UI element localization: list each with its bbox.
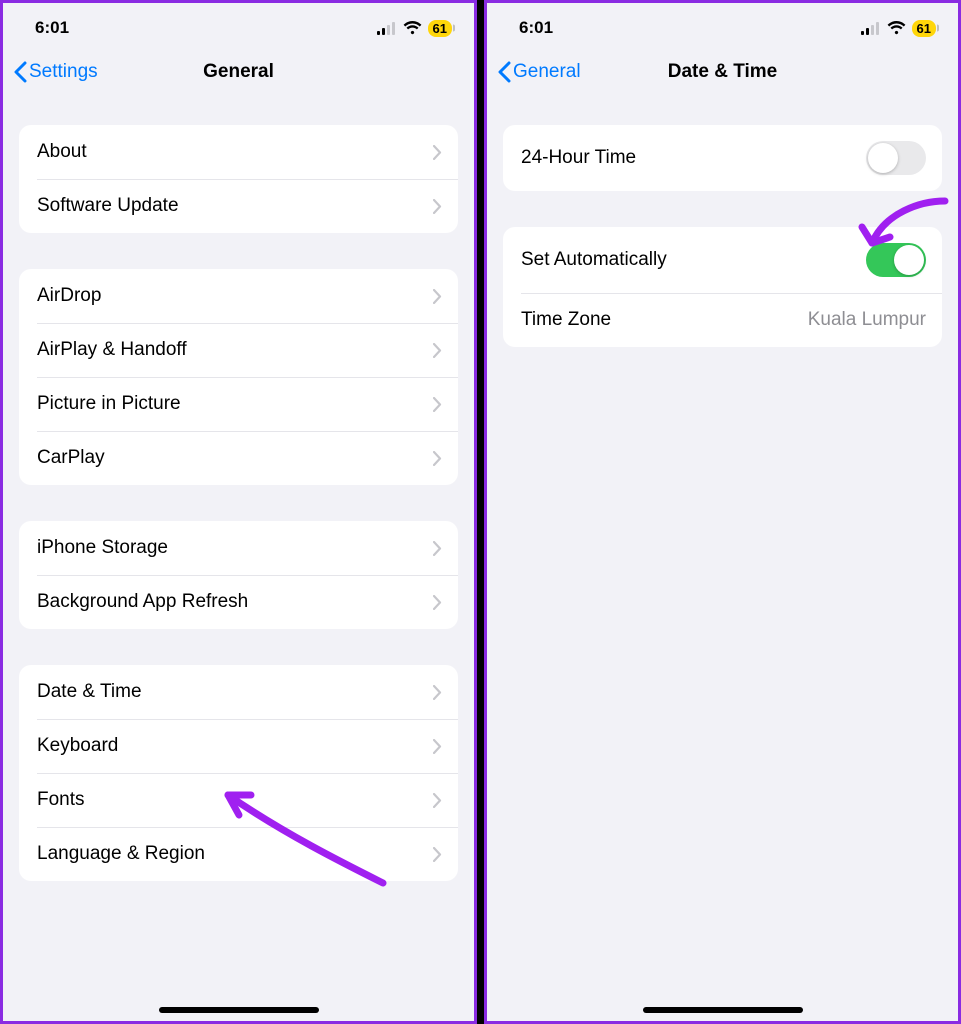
nav-bar: General Date & Time	[487, 47, 958, 97]
time-zone-value: Kuala Lumpur	[808, 309, 926, 331]
page-title: General	[203, 61, 274, 83]
chevron-right-icon	[433, 397, 442, 412]
chevron-right-icon	[433, 343, 442, 358]
screen-divider	[477, 0, 484, 1024]
chevron-right-icon	[433, 199, 442, 214]
row-fonts[interactable]: Fonts	[19, 773, 458, 827]
settings-group: 24-Hour Time	[503, 125, 942, 191]
back-button[interactable]: Settings	[13, 61, 98, 83]
toggle-set-automatically[interactable]	[866, 243, 926, 277]
toggle-24-hour[interactable]	[866, 141, 926, 175]
toggle-knob	[868, 143, 898, 173]
chevron-right-icon	[433, 847, 442, 862]
chevron-left-icon	[497, 61, 511, 83]
row-label: AirPlay & Handoff	[37, 339, 187, 361]
status-bar: 6:01 61	[487, 3, 958, 47]
row-label: Set Automatically	[521, 249, 667, 271]
chevron-left-icon	[13, 61, 27, 83]
cellular-icon	[377, 22, 397, 35]
battery-badge: 61	[912, 20, 936, 37]
home-indicator	[643, 1007, 803, 1013]
row-label: Language & Region	[37, 843, 205, 865]
settings-group: Date & Time Keyboard Fonts Language & Re…	[19, 665, 458, 881]
row-software-update[interactable]: Software Update	[19, 179, 458, 233]
row-label: Software Update	[37, 195, 179, 217]
row-about[interactable]: About	[19, 125, 458, 179]
chevron-right-icon	[433, 289, 442, 304]
row-label: About	[37, 141, 87, 163]
row-label: iPhone Storage	[37, 537, 168, 559]
chevron-right-icon	[433, 739, 442, 754]
row-background-app-refresh[interactable]: Background App Refresh	[19, 575, 458, 629]
wifi-icon	[403, 21, 422, 35]
row-keyboard[interactable]: Keyboard	[19, 719, 458, 773]
settings-group: About Software Update	[19, 125, 458, 233]
nav-bar: Settings General	[3, 47, 474, 97]
back-button[interactable]: General	[497, 61, 581, 83]
cellular-icon	[861, 22, 881, 35]
row-label: Background App Refresh	[37, 591, 248, 613]
toggle-knob	[894, 245, 924, 275]
row-label: AirDrop	[37, 285, 101, 307]
back-label: General	[513, 61, 581, 83]
content-body: 24-Hour Time Set Automatically Time Zone…	[487, 97, 958, 1021]
row-airdrop[interactable]: AirDrop	[19, 269, 458, 323]
row-language-region[interactable]: Language & Region	[19, 827, 458, 881]
chevron-right-icon	[433, 145, 442, 160]
status-time: 6:01	[35, 18, 69, 38]
chevron-right-icon	[433, 685, 442, 700]
settings-group: Set Automatically Time Zone Kuala Lumpur	[503, 227, 942, 347]
content-body: About Software Update AirDrop AirPlay & …	[3, 97, 474, 1021]
battery-badge: 61	[428, 20, 452, 37]
row-label: Keyboard	[37, 735, 118, 757]
home-indicator	[159, 1007, 319, 1013]
row-label: Picture in Picture	[37, 393, 181, 415]
status-bar: 6:01 61	[3, 3, 474, 47]
row-date-time[interactable]: Date & Time	[19, 665, 458, 719]
row-airplay-handoff[interactable]: AirPlay & Handoff	[19, 323, 458, 377]
row-iphone-storage[interactable]: iPhone Storage	[19, 521, 458, 575]
screen-general: 6:01 61 Settings General About	[0, 0, 477, 1024]
settings-group: iPhone Storage Background App Refresh	[19, 521, 458, 629]
row-label: Time Zone	[521, 309, 611, 331]
chevron-right-icon	[433, 595, 442, 610]
row-label: 24-Hour Time	[521, 147, 636, 169]
row-label: Date & Time	[37, 681, 142, 703]
status-right: 61	[861, 20, 936, 37]
row-picture-in-picture[interactable]: Picture in Picture	[19, 377, 458, 431]
chevron-right-icon	[433, 541, 442, 556]
row-24-hour-time[interactable]: 24-Hour Time	[503, 125, 942, 191]
chevron-right-icon	[433, 793, 442, 808]
back-label: Settings	[29, 61, 98, 83]
row-carplay[interactable]: CarPlay	[19, 431, 458, 485]
wifi-icon	[887, 21, 906, 35]
settings-group: AirDrop AirPlay & Handoff Picture in Pic…	[19, 269, 458, 485]
row-set-automatically[interactable]: Set Automatically	[503, 227, 942, 293]
row-label: Fonts	[37, 789, 85, 811]
status-time: 6:01	[519, 18, 553, 38]
screen-date-time: 6:01 61 General Date & Time 24-Hour Time	[484, 0, 961, 1024]
page-title: Date & Time	[668, 61, 777, 83]
row-label: CarPlay	[37, 447, 105, 469]
status-right: 61	[377, 20, 452, 37]
row-time-zone[interactable]: Time Zone Kuala Lumpur	[503, 293, 942, 347]
chevron-right-icon	[433, 451, 442, 466]
